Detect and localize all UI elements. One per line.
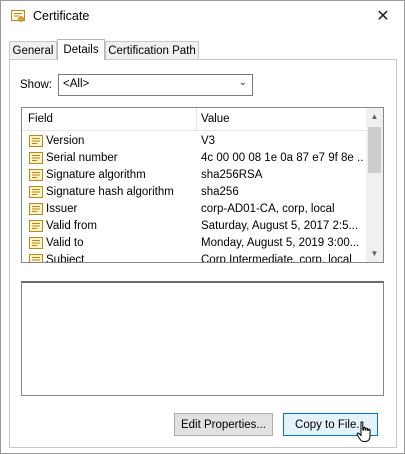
tab-certification-path[interactable]: Certification Path	[105, 41, 199, 59]
list-item[interactable]: Valid from Saturday, August 5, 2017 2:5.…	[22, 218, 366, 235]
field-value: corp-AD01-CA, corp, local	[201, 203, 335, 215]
hand-cursor-icon	[356, 421, 371, 442]
title-bar: Certificate ✕	[1, 1, 404, 32]
certificate-field-icon	[29, 135, 43, 147]
tab-strip: General Details Certification Path	[9, 39, 397, 60]
certificate-icon	[11, 10, 25, 22]
certificate-field-icon	[29, 254, 43, 262]
field-value: V3	[201, 135, 216, 147]
field-name: Valid to	[46, 237, 84, 249]
field-name: Issuer	[46, 203, 78, 215]
scroll-up-icon[interactable]: ▲	[366, 108, 383, 125]
show-label: Show:	[20, 79, 52, 91]
certificate-dialog: Certificate ✕ General Details Certificat…	[0, 0, 405, 454]
field-value: Corp Intermediate, corp, local	[201, 254, 352, 263]
details-panel: Show: <All> ⌄ Field Value Version V3 Ser…	[9, 59, 397, 448]
certificate-field-icon	[29, 203, 43, 215]
certificate-field-icon	[29, 186, 43, 198]
list-item[interactable]: Signature algorithm sha256RSA	[22, 167, 366, 184]
fields-list[interactable]: Field Value Version V3 Serial number 4c …	[21, 107, 384, 263]
field-name: Version	[46, 135, 85, 147]
field-value: Monday, August 5, 2019 3:00...	[201, 237, 360, 249]
certificate-field-icon	[29, 220, 43, 232]
list-item[interactable]: Valid to Monday, August 5, 2019 3:00...	[22, 235, 366, 252]
tab-details-label: Details	[63, 44, 99, 56]
close-button[interactable]: ✕	[368, 3, 398, 29]
certificate-field-icon	[29, 237, 43, 249]
certificate-field-icon	[29, 169, 43, 181]
field-value: 4c 00 00 08 1e 0a 87 e7 9f 8e ...	[201, 152, 363, 164]
field-value: sha256RSA	[201, 169, 263, 181]
column-header-field[interactable]: Field	[28, 113, 53, 125]
field-value: sha256	[201, 186, 239, 198]
list-item[interactable]: Version V3	[22, 133, 366, 150]
field-name: Valid from	[46, 220, 97, 232]
column-divider[interactable]	[196, 108, 197, 130]
show-dropdown-value: <All>	[63, 78, 90, 90]
list-header: Field Value	[22, 108, 366, 131]
list-item[interactable]: Serial number 4c 00 00 08 1e 0a 87 e7 9f…	[22, 150, 366, 167]
field-name: Signature algorithm	[46, 169, 146, 181]
list-item[interactable]: Issuer corp-AD01-CA, corp, local	[22, 201, 366, 218]
column-header-value[interactable]: Value	[201, 113, 230, 125]
field-detail-box[interactable]	[21, 281, 384, 396]
field-name: Subject	[46, 254, 85, 263]
chevron-down-icon: ⌄	[238, 77, 247, 88]
field-value: Saturday, August 5, 2017 2:5...	[201, 220, 359, 232]
field-name: Serial number	[46, 152, 118, 164]
tab-general-label: General	[12, 44, 54, 57]
list-item[interactable]: Subject Corp Intermediate, corp, local	[22, 252, 366, 263]
certificate-field-icon	[29, 152, 43, 164]
vertical-scrollbar[interactable]: ▲ ▼	[366, 108, 383, 262]
edit-properties-button[interactable]: Edit Properties...	[174, 413, 273, 436]
close-icon: ✕	[376, 8, 390, 25]
window-title: Certificate	[33, 9, 90, 23]
list-item[interactable]: Signature hash algorithm sha256	[22, 184, 366, 201]
tab-certification-path-label: Certification Path	[108, 44, 196, 57]
show-dropdown[interactable]: <All> ⌄	[58, 74, 253, 96]
tab-general[interactable]: General	[9, 41, 57, 59]
scroll-thumb[interactable]	[368, 127, 381, 173]
list-rows: Version V3 Serial number 4c 00 00 08 1e …	[22, 133, 366, 263]
tab-details[interactable]: Details	[57, 39, 105, 60]
field-name: Signature hash algorithm	[46, 186, 174, 198]
scroll-down-icon[interactable]: ▼	[366, 245, 383, 262]
